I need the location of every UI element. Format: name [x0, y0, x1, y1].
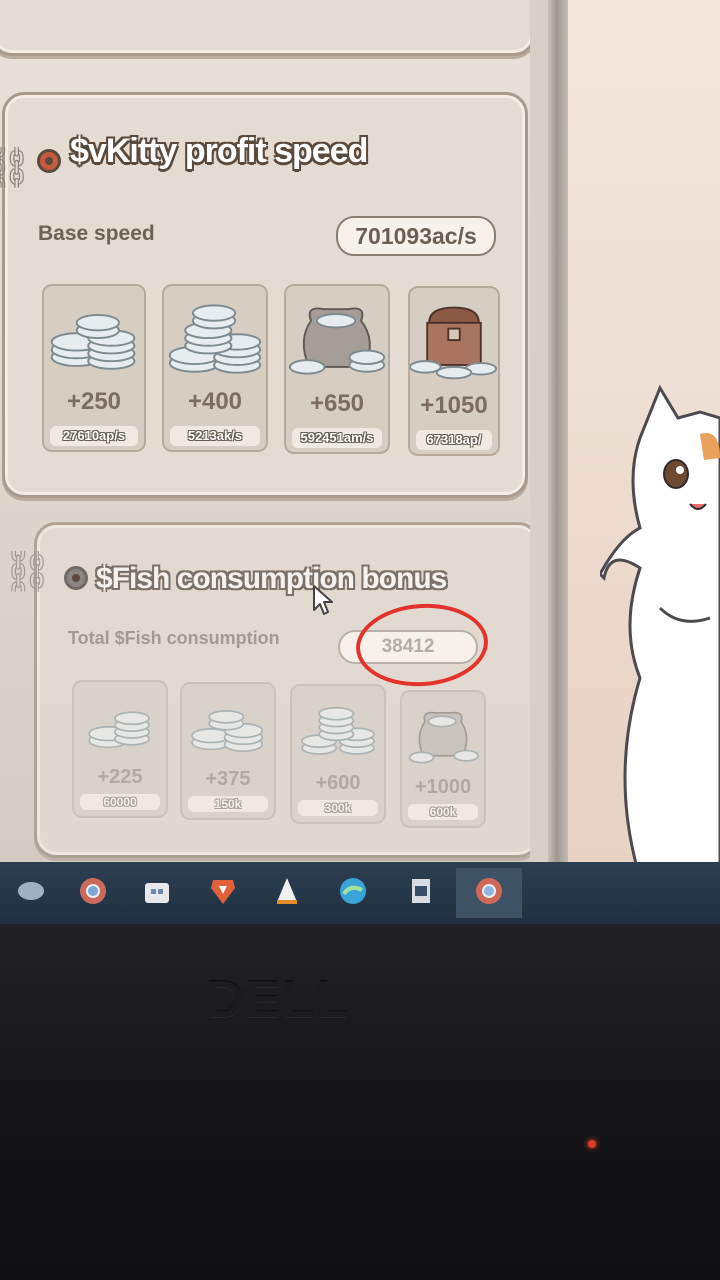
vlc-icon[interactable]: [270, 874, 304, 908]
fish-bonus-title: $Fish consumption bonus: [96, 562, 447, 595]
taskbar: [0, 862, 720, 924]
kitty-token-icon: [37, 149, 61, 173]
profit-card-value: +650: [309, 390, 365, 417]
window-divider: [548, 0, 570, 870]
mouse-cursor-icon: [313, 585, 333, 615]
chrome-active-icon[interactable]: [472, 874, 506, 908]
chain-link-icon: ⛓: [2, 550, 53, 594]
edge-browser-icon[interactable]: [336, 874, 370, 908]
profit-speed-title: $vKitty profit speed: [70, 132, 368, 170]
fish-card-requirement: 60000: [80, 794, 160, 810]
coin-sack-icon: [288, 307, 386, 375]
fish-card-value: +600: [315, 772, 361, 794]
window-scroll-edge[interactable]: [530, 0, 548, 870]
profit-card-rate: 67318ap/: [416, 430, 492, 450]
power-led: [588, 1140, 596, 1148]
laptop-brand-logo: DELL: [206, 971, 350, 1029]
fish-card-3[interactable]: +600 300k: [290, 684, 386, 824]
base-speed-label: Base speed: [38, 222, 155, 245]
coin-sack-icon: [408, 711, 479, 764]
profit-card-value: +250: [66, 388, 122, 415]
fish-token-icon: [64, 566, 88, 590]
cat-mascot-icon: [600, 384, 720, 870]
fish-card-requirement: 600k: [408, 804, 478, 820]
coin-stack-large-icon: [301, 706, 375, 755]
monitor-screen: ⛓ $vKitty profit speed Base speed 701093…: [0, 0, 720, 870]
base-speed-value: 701093ac/s: [336, 216, 496, 256]
coin-stack-small-icon: [88, 711, 150, 749]
fish-card-1[interactable]: +225 60000: [72, 680, 168, 818]
file-app-icon[interactable]: [404, 874, 438, 908]
fish-card-value: +375: [205, 768, 251, 790]
fish-card-value: +225: [97, 766, 143, 788]
fish-card-value: +1000: [414, 776, 472, 798]
profit-card-4[interactable]: +1050 67318ap/: [408, 286, 500, 456]
profit-card-value: +400: [187, 388, 243, 415]
treasure-chest-icon: [410, 306, 498, 380]
taskbar-start-icon[interactable]: [14, 874, 48, 908]
profit-card-1[interactable]: +250 27610ap/s: [42, 284, 146, 452]
store-icon[interactable]: [140, 874, 174, 908]
fish-card-requirement: 150k: [188, 796, 268, 812]
profit-card-2[interactable]: +400 5213ak/s: [162, 284, 268, 452]
fish-total-label: Total $Fish consumption: [68, 628, 280, 648]
coin-stack-large-icon: [168, 304, 262, 374]
coin-stack-medium-icon: [191, 710, 264, 752]
profit-card-rate: 592451am/s: [292, 428, 382, 448]
brave-browser-icon[interactable]: [206, 874, 240, 908]
profit-card-rate: 5213ak/s: [170, 426, 260, 446]
coin-stack-small-icon: [50, 314, 136, 370]
fish-card-2[interactable]: +375 150k: [180, 682, 276, 820]
profit-card-rate: 27610ap/s: [50, 426, 138, 446]
chrome-icon[interactable]: [76, 874, 110, 908]
fish-card-requirement: 300k: [298, 800, 378, 816]
chain-link-icon: ⛓: [0, 146, 33, 190]
fish-card-4[interactable]: +1000 600k: [400, 690, 486, 828]
previous-panel: [0, 0, 536, 56]
profit-card-3[interactable]: +650 592451am/s: [284, 284, 390, 454]
profit-card-value: +1050: [420, 392, 488, 419]
